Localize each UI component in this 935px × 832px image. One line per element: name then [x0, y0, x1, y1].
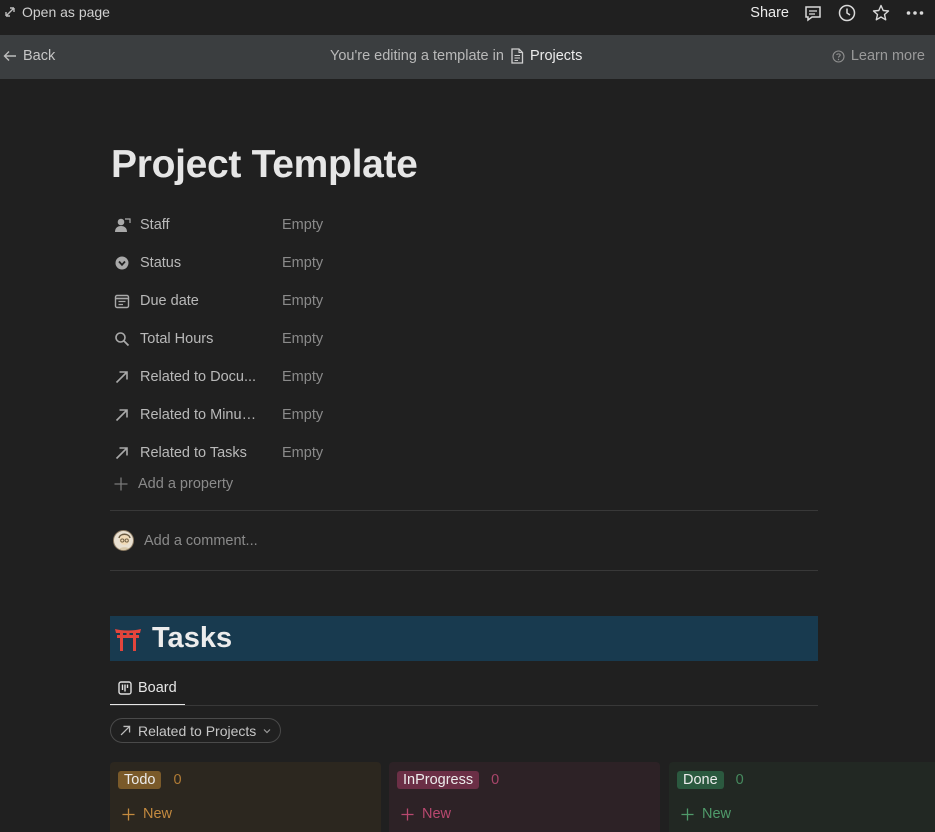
plus-icon — [114, 477, 128, 491]
filter-label: Related to Projects — [138, 722, 257, 739]
tab-board-label: Board — [138, 680, 177, 696]
property-name: Related to Tasks — [140, 445, 247, 461]
relation-arrow-icon — [112, 445, 132, 461]
open-as-page-label: Open as page — [22, 4, 110, 20]
property-value[interactable]: Empty — [282, 255, 323, 271]
add-property-label: Add a property — [138, 476, 234, 492]
template-editing-banner: Back You're editing a template in Projec… — [0, 35, 935, 79]
divider — [110, 705, 818, 706]
page-title[interactable]: Project Template — [111, 143, 418, 187]
help-circle-icon — [832, 49, 845, 63]
property-name: Total Hours — [140, 331, 214, 347]
property-row-status[interactable]: Status Empty — [112, 244, 323, 282]
column-count: 0 — [735, 772, 744, 788]
board-column-inprogress: InProgress 0 New — [389, 762, 660, 832]
relation-arrow-icon — [112, 407, 132, 423]
status-tag: InProgress — [397, 771, 480, 789]
search-icon — [112, 331, 132, 347]
filter-related-to-projects[interactable]: Related to Projects — [110, 718, 282, 743]
share-button[interactable]: Share — [750, 5, 789, 21]
column-count: 0 — [491, 772, 500, 788]
plus-icon — [681, 807, 694, 821]
learn-more-label: Learn more — [850, 48, 925, 64]
property-value[interactable]: Empty — [282, 331, 323, 347]
page-icon — [510, 48, 524, 64]
open-as-page-button[interactable]: Open as page — [4, 4, 110, 20]
editing-template-text: You're editing a template in — [330, 48, 504, 64]
parent-database-name: Projects — [529, 48, 583, 64]
comment-placeholder: Add a comment... — [144, 532, 258, 549]
expand-diagonal-icon — [4, 6, 16, 18]
column-count: 0 — [173, 772, 182, 788]
arrow-left-icon — [3, 49, 17, 63]
back-button[interactable]: Back — [3, 48, 55, 64]
property-value[interactable]: Empty — [282, 407, 323, 423]
torii-gate-icon — [114, 626, 142, 652]
chevron-down-icon — [262, 726, 272, 736]
property-row-due-date[interactable]: Due date Empty — [112, 282, 323, 320]
calendar-icon — [112, 293, 132, 309]
property-value[interactable]: Empty — [282, 293, 323, 309]
status-tag: Done — [677, 771, 724, 789]
board-column-todo: Todo 0 New — [110, 762, 381, 832]
properties-list: Staff Empty Status Empty Due date Empty … — [112, 206, 323, 472]
comment-icon[interactable] — [803, 3, 823, 23]
new-card-button[interactable]: New — [681, 806, 731, 822]
plus-icon — [122, 807, 135, 821]
divider — [110, 510, 818, 511]
property-row-related-to-tasks[interactable]: Related to Tasks Empty — [112, 434, 323, 472]
comment-input[interactable]: Add a comment... — [113, 530, 258, 551]
tasks-heading: Tasks — [110, 616, 818, 661]
property-value[interactable]: Empty — [282, 369, 323, 385]
property-name: Related to Minutes — [140, 407, 260, 423]
plus-icon — [401, 807, 414, 821]
history-clock-icon[interactable] — [837, 3, 857, 23]
board-view-icon — [118, 681, 132, 695]
add-property-button[interactable]: Add a property — [114, 476, 233, 492]
property-row-total-hours[interactable]: Total Hours Empty — [112, 320, 323, 358]
relation-arrow-icon — [112, 369, 132, 385]
property-name: Due date — [140, 293, 199, 309]
property-row-staff[interactable]: Staff Empty — [112, 206, 323, 244]
new-card-button[interactable]: New — [122, 806, 172, 822]
property-row-related-to-documents[interactable]: Related to Docu... Empty — [112, 358, 323, 396]
avatar — [113, 530, 134, 551]
property-name: Related to Docu... — [140, 369, 257, 385]
property-value[interactable]: Empty — [282, 445, 323, 461]
relation-arrow-icon — [119, 724, 132, 737]
tasks-title: Tasks — [152, 622, 233, 654]
parent-database-link[interactable]: Projects — [510, 48, 582, 64]
person-icon — [112, 217, 132, 234]
learn-more-link[interactable]: Learn more — [832, 48, 925, 64]
board-column-done: Done 0 New — [669, 762, 935, 832]
status-icon — [112, 255, 132, 271]
new-card-label: New — [702, 806, 732, 822]
property-row-related-to-minutes[interactable]: Related to Minutes Empty — [112, 396, 323, 434]
tab-board[interactable]: Board — [110, 672, 185, 706]
status-tag: Todo — [118, 771, 162, 789]
more-options-icon[interactable] — [905, 3, 925, 23]
property-value[interactable]: Empty — [282, 217, 323, 233]
new-card-label: New — [143, 806, 173, 822]
new-card-button[interactable]: New — [401, 806, 451, 822]
back-label: Back — [23, 48, 56, 64]
favorite-star-icon[interactable] — [871, 3, 891, 23]
property-name: Staff — [140, 217, 170, 233]
new-card-label: New — [422, 806, 452, 822]
top-bar: Open as page Share — [0, 0, 935, 26]
divider — [110, 570, 818, 571]
property-name: Status — [140, 255, 182, 271]
